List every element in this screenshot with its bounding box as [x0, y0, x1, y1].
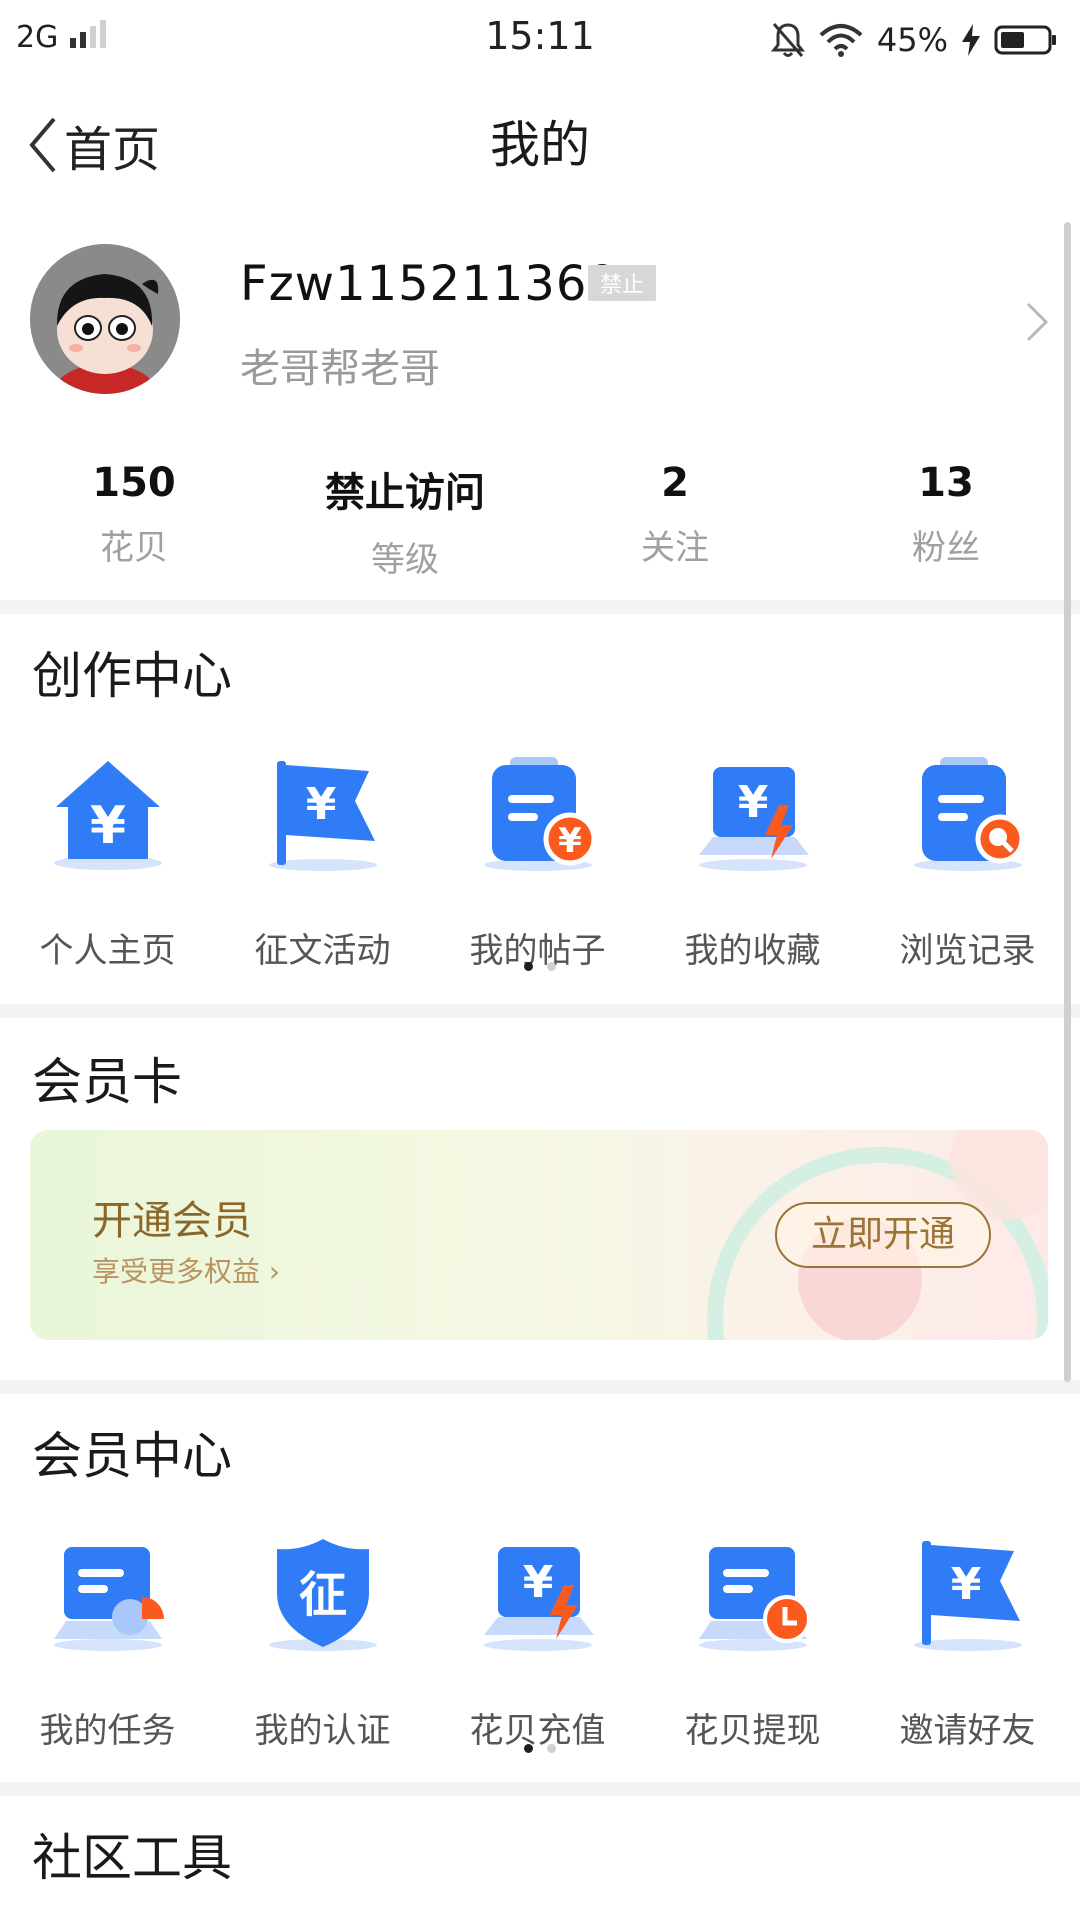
stat-value: 13 [918, 460, 974, 506]
grid-item-invite-friends[interactable]: ¥ 邀请好友 [860, 1535, 1075, 1752]
avatar-cartoon-icon [30, 244, 180, 394]
task-card-icon [53, 1547, 164, 1651]
stat-label: 花贝 [100, 528, 168, 568]
laptop-yen-bolt-icon: ¥ [483, 1547, 594, 1651]
grid-item-my-certification[interactable]: 征 我的认证 [215, 1535, 430, 1752]
member-center-title: 会员中心 [32, 1427, 232, 1485]
grid-item-history[interactable]: 浏览记录 [860, 755, 1075, 972]
grid-item-essay-event[interactable]: ¥ 征文活动 [215, 755, 430, 972]
stat-followers[interactable]: 13 粉丝 [836, 460, 1056, 569]
page-title: 我的 [490, 116, 590, 174]
grid-item-huabei-withdraw[interactable]: 花贝提现 [645, 1535, 860, 1752]
status-badge: 禁止 [588, 265, 657, 301]
stat-label: 等级 [371, 540, 439, 580]
grid-item-label: 我的收藏 [684, 931, 821, 971]
charging-icon [962, 24, 980, 56]
stat-level[interactable]: 禁止访问 等级 [295, 460, 515, 581]
grid-item-my-favorites[interactable]: ¥ 我的收藏 [645, 755, 860, 972]
card-heading: 开通会员 [92, 1198, 252, 1244]
member-card[interactable]: 开通会员 享受更多权益 › 立即开通 [30, 1130, 1048, 1340]
community-tools-title: 社区工具 [32, 1829, 232, 1887]
page-dot-active [524, 962, 533, 971]
grid-item-label: 花贝提现 [684, 1711, 821, 1751]
grid-item-label: 我的任务 [39, 1711, 176, 1751]
status-bar: 2G 15:11 45% [0, 0, 1080, 80]
page-dot-active [524, 1744, 533, 1753]
yen-glyph: ¥ [950, 1559, 981, 1610]
grid-item-label: 浏览记录 [899, 931, 1036, 971]
grid-item-label: 我的认证 [254, 1711, 391, 1751]
mute-bell-icon [770, 23, 805, 57]
yen-glyph: ¥ [305, 779, 336, 830]
avatar[interactable] [30, 244, 180, 394]
laptop-yen-bolt-icon: ¥ [698, 767, 809, 871]
wifi-icon [819, 24, 863, 57]
grid-item-label: 个人主页 [39, 931, 176, 971]
section-divider [0, 1782, 1080, 1796]
grid-item-label: 征文活动 [254, 931, 391, 971]
grid-item-label: 邀请好友 [899, 1711, 1036, 1751]
grid-item-personal-home[interactable]: ¥ 个人主页 [0, 755, 215, 972]
flag-yen-icon: ¥ [268, 761, 377, 871]
status-right: 45% [770, 16, 1058, 64]
yen-glyph: ¥ [558, 821, 582, 861]
yen-glyph: ¥ [89, 796, 125, 856]
grid-item-my-posts[interactable]: ¥ 我的帖子 [430, 755, 645, 972]
page-indicator [524, 1744, 556, 1753]
stat-label: 粉丝 [912, 528, 980, 568]
username: Fzw115211369 [240, 256, 619, 312]
stat-following[interactable]: 2 关注 [565, 460, 785, 569]
section-divider [0, 1004, 1080, 1018]
grid-item-huabei-recharge[interactable]: ¥ 花贝充值 [430, 1535, 645, 1752]
zheng-glyph: 征 [298, 1567, 346, 1623]
battery-percent: 45% [876, 21, 948, 59]
home-yen-icon: ¥ [53, 761, 162, 870]
yen-glyph: ¥ [737, 777, 768, 828]
creation-center-title: 创作中心 [32, 647, 232, 705]
profile-detail-button[interactable] [1024, 300, 1050, 348]
user-subtitle: 老哥帮老哥 [240, 346, 440, 392]
stat-label: 关注 [641, 528, 709, 568]
flag-yen-icon: ¥ [913, 1541, 1022, 1651]
page-dot [547, 1744, 556, 1753]
card-subtext[interactable]: 享受更多权益 › [92, 1250, 280, 1290]
section-divider [0, 600, 1080, 614]
activate-now-button[interactable]: 立即开通 [775, 1202, 991, 1268]
stat-huabei[interactable]: 150 花贝 [24, 460, 244, 569]
clipboard-search-icon [913, 757, 1024, 871]
member-card-title: 会员卡 [32, 1053, 182, 1111]
yen-glyph: ¥ [522, 1557, 553, 1608]
section-divider [0, 1380, 1080, 1394]
grid-item-my-tasks[interactable]: 我的任务 [0, 1535, 215, 1752]
clipboard-yen-icon: ¥ [483, 757, 596, 871]
page-dot [547, 962, 556, 971]
shield-zheng-icon: 征 [268, 1539, 377, 1651]
stat-value: 2 [661, 460, 689, 506]
page-indicator [524, 962, 556, 971]
stat-value: 150 [92, 460, 176, 506]
battery-icon [994, 25, 1056, 55]
stat-value: 禁止访问 [325, 470, 485, 516]
scrollbar[interactable] [1064, 222, 1071, 1382]
chevron-right-icon [1026, 302, 1049, 342]
card-clock-icon [698, 1547, 811, 1651]
